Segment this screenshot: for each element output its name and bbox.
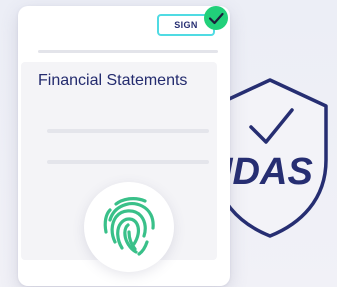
fingerprint-button[interactable] [84, 182, 174, 272]
stage: e IDAS SIGN Financial Statements [0, 0, 337, 287]
header-divider [38, 50, 218, 53]
placeholder-text-line [47, 160, 209, 164]
document-title: Financial Statements [38, 72, 188, 89]
placeholder-text-line [47, 129, 209, 133]
check-circle-icon [204, 6, 228, 30]
fingerprint-icon [103, 197, 155, 256]
eidas-main: IDAS [222, 151, 313, 193]
